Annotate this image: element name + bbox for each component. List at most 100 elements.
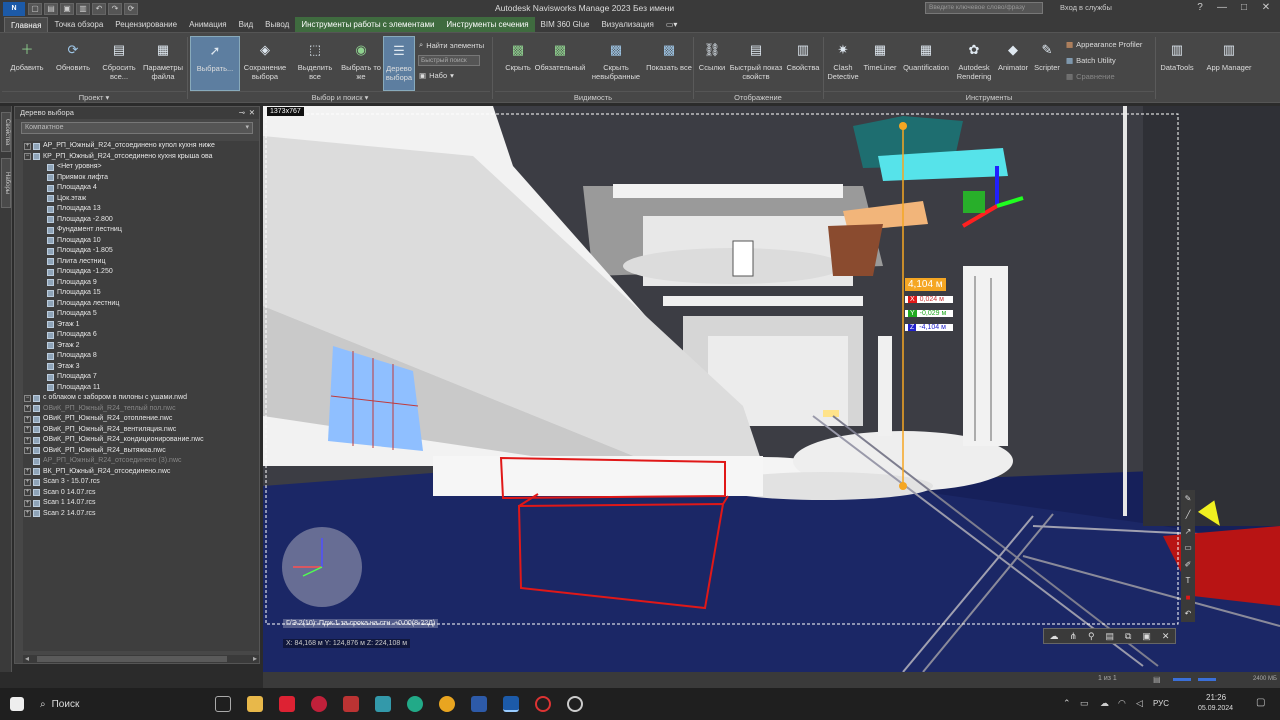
expand-toggle-icon[interactable]: + (24, 447, 31, 455)
tab-animation[interactable]: Анимация (183, 17, 233, 32)
tree-item[interactable]: + ОВиК_РП_Южный_R24_теплый пол.nwc (23, 404, 259, 415)
tab-home[interactable]: Главная (4, 17, 49, 32)
links-button[interactable]: ⛓ Ссылки (695, 36, 729, 91)
cloud-tray-icon[interactable]: ☁ (1100, 698, 1109, 709)
expand-toggle-icon[interactable]: + (24, 468, 31, 476)
tree-item[interactable]: Этаж 3 (23, 362, 259, 373)
tree-item[interactable]: + Scan 0 14.07.rcs (23, 488, 259, 499)
tab-sectioning-tools[interactable]: Инструменты сечения (440, 17, 535, 32)
tree-item[interactable]: Приямок лифта (23, 173, 259, 184)
tree-mode-dropdown[interactable]: Компактное ▾ (21, 122, 253, 134)
file-explorer-icon[interactable] (247, 696, 263, 712)
recorder-icon[interactable] (535, 696, 551, 712)
opera-icon[interactable] (311, 696, 327, 712)
new-file-icon[interactable]: ▢ (28, 2, 42, 15)
undo-icon[interactable]: ↶ (92, 2, 106, 15)
expand-toggle-icon[interactable]: − (24, 394, 31, 402)
tab-review[interactable]: Рецензирование (109, 17, 183, 32)
marker-icon[interactable]: ✐ (1185, 560, 1192, 569)
tray-chevron-icon[interactable]: ⌃ (1063, 698, 1071, 709)
tree-item[interactable]: Площадка 4 (23, 183, 259, 194)
tree-item[interactable]: + АР_РП_Южный_R24_отсоединено купол кухня… (23, 141, 259, 152)
network-icon[interactable]: ▭ (1080, 698, 1089, 709)
close-icon[interactable]: ✕ (1162, 631, 1170, 642)
tab-output[interactable]: Вывод (259, 17, 295, 32)
tree-item[interactable]: АР_РП_Южный_R24_отсоединено (3).nwc (23, 456, 259, 467)
speaker-icon[interactable]: ◁ (1136, 698, 1143, 709)
unhide-all-button[interactable]: ▩ Показать все (646, 36, 692, 91)
scroll-right-icon[interactable]: ▸ (253, 654, 257, 663)
hide-unselected-button[interactable]: ▩ Скрыть невыбранные (588, 36, 644, 91)
open-folder-icon[interactable]: ▤ (44, 2, 58, 15)
expand-toggle-icon[interactable]: + (24, 405, 31, 413)
yandex-icon[interactable] (279, 696, 295, 712)
tab-bim360-glue[interactable]: BIM 360 Glue (535, 17, 596, 32)
tree-item[interactable]: Площадка 10 (23, 236, 259, 247)
tree-item[interactable]: + ОВиК_РП_Южный_R24_вытяжка.nwc (23, 446, 259, 457)
expand-toggle-icon[interactable]: + (24, 426, 31, 434)
navisworks-logo-icon[interactable]: N (3, 1, 25, 16)
export-icon[interactable]: ▤ (1106, 631, 1115, 642)
taskbar-search[interactable]: ⌕ Поиск (32, 688, 207, 720)
autodesk-rendering-button[interactable]: ✿ Autodesk Rendering (952, 36, 996, 91)
text-icon[interactable]: T (1186, 576, 1191, 585)
save-icon[interactable]: ▣ (1142, 631, 1151, 642)
timeliner-button[interactable]: ▦ TimeLiner (860, 36, 900, 91)
app-icon[interactable] (375, 696, 391, 712)
expand-toggle-icon[interactable]: − (24, 153, 31, 161)
select-all-button[interactable]: ⬚ Выделить все (292, 36, 338, 91)
tree-item[interactable]: Площадка лестниц (23, 299, 259, 310)
scripter-button[interactable]: ✎ Scripter (1030, 36, 1064, 91)
tab-view[interactable]: Вид (233, 17, 259, 32)
quick-find-input[interactable]: Быстрый поиск (418, 55, 480, 66)
refresh-icon[interactable]: ⟳ (124, 2, 138, 15)
task-view-icon[interactable] (215, 696, 231, 712)
require-button[interactable]: ▩ Обязательный (535, 36, 586, 91)
animator-button[interactable]: ◆ Animator (994, 36, 1032, 91)
tree-item[interactable]: Площадка 6 (23, 330, 259, 341)
properties-side-tab[interactable]: Свойства (1, 112, 11, 152)
datatools-button[interactable]: ▥ DataTools (1156, 36, 1198, 91)
expand-toggle-icon[interactable]: + (24, 499, 31, 507)
pen-icon[interactable]: ✎ (1185, 494, 1192, 503)
color-swatch-icon[interactable]: ■ (1186, 593, 1191, 602)
expand-toggle-icon[interactable]: + (24, 510, 31, 518)
tree-item[interactable]: Этаж 2 (23, 341, 259, 352)
close-icon[interactable]: ✕ (249, 107, 255, 119)
selection-tree-button[interactable]: ☰ Дерево выбора (383, 36, 415, 91)
tree-item[interactable]: Площадка 11 (23, 383, 259, 394)
rectangle-icon[interactable]: ▭ (1184, 543, 1192, 552)
tree-item[interactable]: Площадка -2.800 (23, 215, 259, 226)
horizontal-scrollbar[interactable]: ◂ ▸ (23, 654, 259, 663)
appearance-profiler-button[interactable]: ▦ Appearance Profiler (1066, 40, 1142, 49)
tree-item[interactable]: Плита лестниц (23, 257, 259, 268)
expand-toggle-icon[interactable]: + (24, 415, 31, 423)
tree-item[interactable]: − КР_РП_Южный_R24_отсоединено кухня крыша… (23, 152, 259, 163)
minimize-button[interactable]: — (1212, 2, 1232, 14)
tab-viewpoint[interactable]: Точка обзора (48, 17, 109, 32)
tree-item[interactable]: <Нет уровня> (23, 162, 259, 173)
tree-item[interactable]: Площадка 8 (23, 351, 259, 362)
anydesk-icon[interactable] (343, 696, 359, 712)
revit-icon[interactable] (471, 696, 487, 712)
tree-item[interactable]: Цок.этаж (23, 194, 259, 205)
tab-item-tools[interactable]: Инструменты работы с элементами (295, 17, 441, 32)
tree-item[interactable]: + Scan 2 14.07.rcs (23, 509, 259, 520)
language-indicator[interactable]: РУС (1153, 699, 1169, 708)
app-manager-button[interactable]: ▥ App Manager (1200, 36, 1258, 91)
tree-item[interactable]: Фундамент лестниц (23, 225, 259, 236)
line-icon[interactable]: ╱ (1186, 510, 1191, 519)
maximize-button[interactable]: □ (1234, 2, 1254, 14)
share-icon[interactable]: ⋔ (1069, 631, 1077, 642)
redo-icon[interactable]: ↷ (108, 2, 122, 15)
tree-item[interactable]: Этаж 1 (23, 320, 259, 331)
expand-toggle-icon[interactable]: + (24, 489, 31, 497)
arrow-icon[interactable]: ↗ (1185, 527, 1192, 536)
file-options-button[interactable]: ▦ Параметры файла (140, 36, 186, 91)
expand-toggle-icon[interactable]: + (24, 478, 31, 486)
copy-icon[interactable]: ⧉ (1125, 631, 1131, 642)
media-player-icon[interactable] (567, 696, 583, 712)
compare-button[interactable]: ▦ Сравнение (1066, 72, 1115, 81)
quantification-button[interactable]: ▦ Quantification (900, 36, 952, 91)
print-icon[interactable]: ▥ (76, 2, 90, 15)
